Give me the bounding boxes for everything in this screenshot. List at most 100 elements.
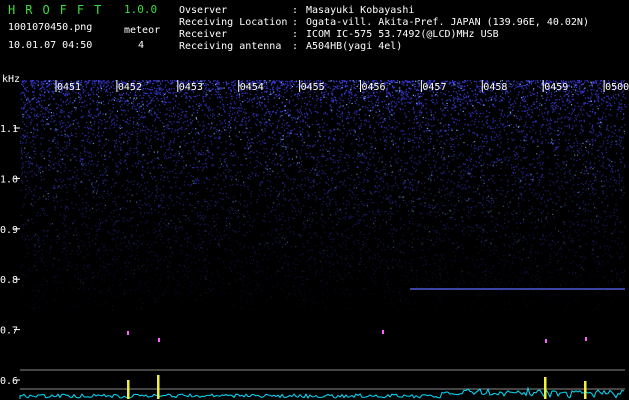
noise-dot: [328, 236, 330, 238]
noise-dot: [582, 260, 584, 262]
noise-dot: [439, 296, 441, 298]
noise-dot: [554, 129, 556, 132]
noise-dot: [563, 221, 565, 223]
noise-dot: [487, 284, 489, 286]
noise-dot: [284, 238, 286, 240]
noise-dot: [264, 85, 266, 88]
noise-dot: [465, 290, 467, 292]
noise-dot: [541, 268, 543, 270]
noise-dot: [585, 243, 587, 245]
noise-dot: [27, 114, 29, 116]
noise-dot: [596, 95, 598, 97]
noise-dot: [434, 166, 436, 168]
noise-dot: [195, 157, 197, 159]
noise-dot: [283, 197, 285, 200]
noise-dot: [60, 99, 62, 101]
noise-dot: [460, 268, 463, 270]
noise-dot: [276, 80, 278, 82]
noise-dot: [142, 129, 144, 131]
noise-dot: [81, 163, 83, 165]
noise-dot: [78, 96, 80, 98]
noise-dot: [324, 135, 326, 138]
noise-dot: [292, 193, 294, 195]
noise-dot: [387, 108, 389, 110]
noise-dot: [399, 244, 401, 246]
noise-dot: [556, 121, 558, 123]
noise-dot: [221, 114, 223, 116]
noise-dot: [220, 188, 222, 190]
noise-dot: [140, 308, 142, 310]
noise-dot: [411, 154, 413, 157]
noise-dot: [281, 170, 283, 172]
noise-dot: [30, 238, 32, 240]
noise-dot: [203, 182, 206, 184]
noise-dot: [580, 275, 582, 277]
noise-dot: [509, 90, 511, 92]
noise-dot: [387, 246, 389, 248]
noise-dot: [279, 270, 281, 272]
noise-dot: [300, 208, 302, 210]
noise-dot: [611, 171, 613, 173]
noise-dot: [100, 175, 102, 177]
noise-dot: [68, 136, 70, 138]
noise-dot: [595, 112, 597, 114]
noise-dot: [98, 303, 100, 306]
noise-dot: [216, 124, 218, 126]
noise-dot: [412, 197, 414, 199]
noise-dot: [213, 127, 215, 129]
noise-dot: [60, 104, 62, 106]
noise-dot: [618, 102, 620, 104]
noise-dot: [410, 97, 413, 99]
noise-dot: [475, 246, 477, 248]
noise-dot: [583, 233, 585, 235]
noise-dot: [148, 150, 150, 153]
noise-dot: [568, 99, 571, 101]
noise-dot: [531, 109, 533, 111]
noise-dot: [274, 306, 276, 308]
noise-dot: [61, 109, 63, 112]
noise-dot: [364, 242, 366, 244]
noise-dot: [303, 223, 305, 225]
noise-dot: [364, 150, 366, 152]
noise-dot: [32, 205, 34, 207]
noise-dot: [591, 247, 593, 250]
noise-dot: [417, 94, 419, 96]
noise-dot: [363, 189, 365, 191]
noise-dot: [251, 297, 253, 299]
noise-dot: [315, 212, 317, 214]
noise-dot: [408, 183, 411, 185]
noise-dot: [219, 101, 221, 103]
noise-dot: [586, 80, 588, 82]
noise-dot: [256, 165, 258, 167]
noise-dot: [386, 198, 388, 200]
noise-dot: [130, 245, 132, 247]
noise-dot: [346, 288, 349, 291]
noise-dot: [245, 122, 247, 124]
noise-dot: [264, 80, 266, 82]
noise-dot: [538, 154, 540, 156]
noise-dot: [416, 137, 418, 139]
noise-dot: [80, 96, 82, 98]
noise-dot: [263, 114, 265, 116]
noise-dot: [341, 115, 343, 117]
noise-dot: [135, 307, 137, 309]
noise-dot: [433, 294, 435, 296]
noise-dot: [126, 152, 128, 154]
noise-dot: [241, 164, 243, 166]
noise-dot: [196, 151, 198, 153]
noise-dot: [111, 239, 113, 241]
noise-dot: [263, 171, 265, 173]
noise-dot: [180, 117, 182, 120]
noise-dot: [334, 172, 336, 174]
noise-dot: [513, 150, 515, 152]
noise-dot: [48, 169, 50, 171]
noise-dot: [60, 187, 62, 189]
noise-dot: [598, 83, 600, 85]
noise-dot: [468, 265, 470, 267]
noise-dot: [49, 161, 51, 163]
noise-dot: [238, 115, 240, 117]
noise-dot: [402, 134, 404, 136]
noise-dot: [281, 114, 283, 117]
noise-dot: [333, 287, 335, 289]
noise-dot: [410, 267, 413, 269]
